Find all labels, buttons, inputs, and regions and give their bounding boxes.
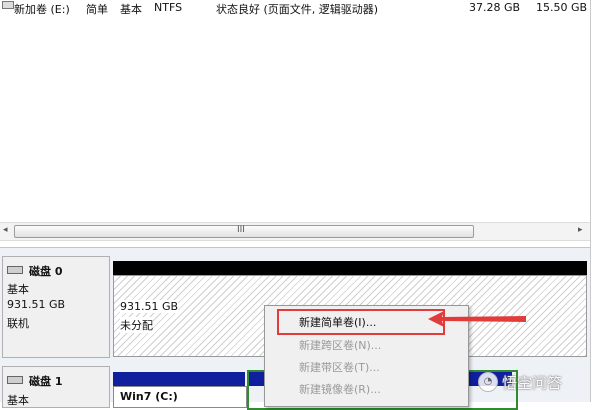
watermark: ◔ 悟空问答 xyxy=(478,370,594,394)
volume-icon xyxy=(2,1,14,9)
volume-status: 状态良好 (页面文件, 逻辑驱动器) xyxy=(216,3,379,16)
disk1-name: 磁盘 1 xyxy=(29,375,63,388)
disk0-type: 基本 xyxy=(7,283,29,296)
volume-row-e[interactable]: 新加卷 (E:) 简单 基本 NTFS 状态良好 (页面文件, 逻辑驱动器) 3… xyxy=(0,0,600,16)
menu-item-new-striped-volume[interactable]: 新建带区卷(T)... xyxy=(299,359,380,375)
hard-disk-icon xyxy=(7,376,23,384)
horizontal-scrollbar[interactable]: ◂ III ▸ xyxy=(0,222,590,241)
disk0-name: 磁盘 0 xyxy=(29,265,63,278)
menu-item-new-simple-volume[interactable]: 新建简单卷(I)... xyxy=(299,314,376,330)
hard-disk-icon xyxy=(7,266,23,274)
volume-filesystem: NTFS xyxy=(154,1,183,14)
volume-capacity: 37.28 GB xyxy=(469,1,521,14)
scroll-left-icon[interactable]: ◂ xyxy=(3,225,8,235)
partition-c[interactable]: Win7 (C:) xyxy=(113,386,247,408)
menu-item-new-mirrored-volume[interactable]: 新建镜像卷(R)... xyxy=(299,381,381,397)
scroll-thumb[interactable]: III xyxy=(14,225,474,238)
disk0-info-panel[interactable]: 磁盘 0 基本 931.51 GB 联机 xyxy=(2,256,110,358)
disk0-status: 联机 xyxy=(7,317,29,330)
watermark-logo-icon: ◔ xyxy=(478,372,498,392)
volume-free-space: 15.50 GB xyxy=(536,1,588,14)
menu-item-new-spanned-volume[interactable]: 新建跨区卷(N)... xyxy=(299,337,381,353)
disk0-unallocated-bar xyxy=(113,261,587,275)
view-separator xyxy=(0,247,590,248)
disk1-type: 基本 xyxy=(7,394,29,407)
volume-name: 新加卷 (E:) xyxy=(14,3,70,16)
partition-c-bar xyxy=(113,372,245,386)
scroll-right-icon[interactable]: ▸ xyxy=(578,225,583,235)
disk0-size: 931.51 GB xyxy=(7,298,66,311)
pointer-arrow-icon xyxy=(428,311,526,327)
partition-c-label: Win7 (C:) xyxy=(120,390,178,403)
scroll-grip-icon: III xyxy=(237,225,245,235)
volume-layout: 简单 xyxy=(86,3,108,16)
watermark-text: 悟空问答 xyxy=(502,374,563,392)
panel-divider xyxy=(590,0,591,402)
unallocated-size: 931.51 GB xyxy=(120,300,179,313)
unallocated-label: 未分配 xyxy=(120,317,153,333)
volume-type: 基本 xyxy=(120,3,142,16)
